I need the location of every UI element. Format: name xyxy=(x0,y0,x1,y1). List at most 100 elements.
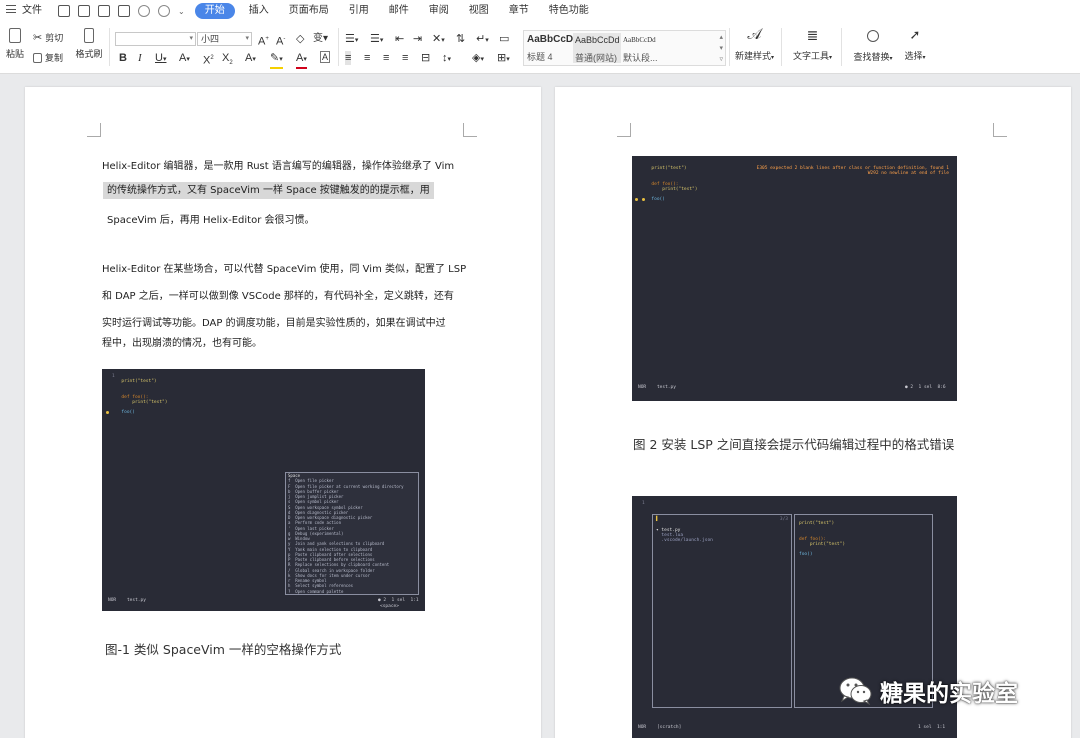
phonetic-icon[interactable]: 变▾ xyxy=(313,32,328,46)
cursor-icon: ➚ xyxy=(909,27,921,42)
body-paragraph-line[interactable]: 实时运行调试等功能。DAP 的调度功能，目前是实验性质的，如果在调试中过 xyxy=(102,314,446,329)
space-menu-item[interactable]: F Open file picker at current working di… xyxy=(286,484,418,489)
redo-icon[interactable] xyxy=(158,5,170,17)
new-style-button[interactable]: 𝒜 新建样式▾ xyxy=(732,26,777,62)
styles-gallery: AaBbCcDd 标题 4 AaBbCcDd 普通(网站) AaBbCcDd 默… xyxy=(523,30,726,66)
tab-special-features[interactable]: 特色功能 xyxy=(539,0,599,22)
paste-icon xyxy=(9,28,21,43)
space-menu-items: f Open file picker F Open file picker at … xyxy=(286,478,418,594)
borders-icon[interactable]: ⊞▾ xyxy=(497,51,510,67)
increase-indent-icon[interactable]: ⇥ xyxy=(413,32,422,46)
bullet-list-icon[interactable]: ☰▾ xyxy=(345,32,358,48)
separator xyxy=(338,28,339,66)
style-default-paragraph[interactable]: AaBbCcDd 默认段... xyxy=(621,33,669,63)
text-tools-button[interactable]: ≣ 文字工具▾ xyxy=(790,26,835,62)
export-pdf-icon[interactable] xyxy=(78,5,90,17)
figure-2-caption: 图 2 安装 LSP 之间直接会提示代码编辑过程中的格式错误 xyxy=(633,437,955,452)
tab-sections[interactable]: 章节 xyxy=(499,0,539,22)
body-paragraph-line[interactable]: SpaceVim 后，再用 Helix-Editor 会很习惯。 xyxy=(107,211,315,226)
chinese-layout-icon[interactable]: ✕▾ xyxy=(432,32,445,48)
wechat-icon xyxy=(838,676,874,706)
distributed-icon[interactable]: ⊟ xyxy=(421,51,430,65)
chevron-down-icon: ▾ xyxy=(245,35,249,42)
editor-screenshot-figure-2[interactable]: print("test") def foo(): print("test") f… xyxy=(632,156,957,401)
diagnostic-dot-icon xyxy=(635,198,638,201)
paste-button[interactable]: 粘贴 xyxy=(3,26,27,60)
find-replace-button[interactable]: 查找替换▾ xyxy=(849,26,897,63)
decrease-indent-icon[interactable]: ⇤ xyxy=(395,32,404,46)
subscript-icon[interactable]: X2 xyxy=(222,51,233,70)
select-button[interactable]: ➚ 选择▾ xyxy=(900,26,930,62)
separator xyxy=(729,28,730,66)
watermark-text: 糖果的实验室 xyxy=(880,681,1018,707)
save-icon[interactable] xyxy=(58,5,70,17)
tab-insert[interactable]: 插入 xyxy=(239,0,279,22)
menu-bar: 文件 ⌄ 开始 插入 页面布局 引用 邮件 审阅 视图 章节 特色功能 xyxy=(0,0,1080,22)
brush-icon xyxy=(84,28,94,43)
tab-view[interactable]: 视图 xyxy=(459,0,499,22)
font-name-select[interactable]: ▾ xyxy=(115,32,196,46)
body-paragraph-line[interactable]: Helix-Editor 在某些场合，可以代替 SpaceVim 使用，同 Vi… xyxy=(102,260,466,275)
picker-cursor: ▌ xyxy=(656,517,659,522)
sort-icon[interactable]: ⇅ xyxy=(456,32,465,46)
cut-button[interactable]: ✂ 剪切 xyxy=(33,31,63,44)
body-paragraph-line[interactable]: 的传统操作方式，又有 SpaceVim 一样 Space 按键触发的的提示框，用 xyxy=(103,181,434,199)
separator xyxy=(841,28,842,66)
align-center-icon[interactable]: ≡ xyxy=(364,51,370,65)
document-page-1: Helix-Editor 编辑器，是一款用 Rust 语言编写的编辑器，操作体验… xyxy=(25,87,541,738)
grow-font-icon[interactable]: A+ xyxy=(258,32,269,49)
new-style-icon: 𝒜 xyxy=(747,26,762,43)
clear-format-icon[interactable]: ◇ xyxy=(296,32,304,46)
quick-access-toolbar: ⌄ xyxy=(52,5,191,17)
tab-references[interactable]: 引用 xyxy=(339,0,379,22)
font-size-select[interactable]: 小四 ▾ xyxy=(197,32,252,46)
editor-screenshot-figure-1[interactable]: 1 print("test") def foo(): print("test")… xyxy=(102,369,425,611)
document-page-2: print("test") def foo(): print("test") f… xyxy=(555,87,1071,738)
tab-home[interactable]: 开始 xyxy=(194,3,235,19)
highlight-icon[interactable]: ✎▾ xyxy=(270,51,283,69)
selected-text[interactable]: 的传统操作方式，又有 SpaceVim 一样 Space 按键触发的的提示框，用 xyxy=(103,182,434,199)
line-spacing-icon[interactable]: ↕▾ xyxy=(442,51,451,67)
table-icon[interactable]: ▭ xyxy=(499,32,509,46)
justify-icon[interactable]: ≡ xyxy=(402,51,408,65)
align-left-icon[interactable]: ≡ xyxy=(345,51,352,65)
superscript-icon[interactable]: X2 xyxy=(203,51,214,68)
space-menu-item[interactable]: ? Open command palette xyxy=(286,589,418,594)
wechat-watermark: 糖果的实验室 xyxy=(838,674,1018,708)
style-normal-web[interactable]: AaBbCcDd 普通(网站) xyxy=(573,33,621,63)
underline-icon[interactable]: U▾ xyxy=(155,51,166,67)
strikethrough-icon[interactable]: A▾ xyxy=(179,51,190,67)
tab-page-layout[interactable]: 页面布局 xyxy=(279,0,339,22)
margin-corner-mark xyxy=(463,123,477,137)
text-effect-icon[interactable]: A▾ xyxy=(245,51,256,67)
chevron-down-icon[interactable]: ⌄ xyxy=(178,7,185,16)
tab-mailings[interactable]: 邮件 xyxy=(379,0,419,22)
font-color-icon[interactable]: A▾ xyxy=(296,51,307,69)
figure-1-caption: 图-1 类似 SpaceVim 一样的空格操作方式 xyxy=(105,642,342,657)
body-paragraph-line[interactable]: Helix-Editor 编辑器，是一款用 Rust 语言编写的编辑器，操作体验… xyxy=(102,157,454,172)
print-icon[interactable] xyxy=(98,5,110,17)
char-border-icon[interactable]: A xyxy=(320,51,331,63)
undo-icon[interactable] xyxy=(138,5,150,17)
italic-icon[interactable]: I xyxy=(138,51,142,65)
file-picker-pane: ▌ 3/3 ▾ test.py test.lua .vscode/launch.… xyxy=(652,514,792,708)
styles-scroll[interactable]: ▴ ▾ ▿ xyxy=(719,32,723,65)
show-marks-icon[interactable]: ↵▾ xyxy=(476,32,489,48)
body-paragraph-line[interactable]: 程中，出现崩溃的情况，也有可能。 xyxy=(102,334,262,349)
copy-button[interactable]: 复制 xyxy=(33,51,63,64)
numbered-list-icon[interactable]: ☰▾ xyxy=(370,32,383,48)
shrink-font-icon[interactable]: A- xyxy=(276,32,285,49)
margin-corner-mark xyxy=(617,123,631,137)
body-paragraph-line[interactable]: 和 DAP 之后，一样可以做到像 VSCode 那样的，有代码补全，定义跳转，还… xyxy=(102,287,454,302)
search-icon xyxy=(867,30,879,42)
style-heading-4[interactable]: AaBbCcDd 标题 4 xyxy=(525,33,579,63)
hamburger-icon xyxy=(6,5,16,13)
format-painter-button[interactable]: 格式刷 xyxy=(74,26,104,60)
bold-icon[interactable]: B xyxy=(119,51,127,65)
shading-icon[interactable]: ◈▾ xyxy=(472,51,484,67)
tab-review[interactable]: 审阅 xyxy=(419,0,459,22)
file-menu[interactable]: 文件 xyxy=(0,0,52,22)
print-preview-icon[interactable] xyxy=(118,5,130,17)
separator xyxy=(781,28,782,66)
align-right-icon[interactable]: ≡ xyxy=(383,51,389,65)
